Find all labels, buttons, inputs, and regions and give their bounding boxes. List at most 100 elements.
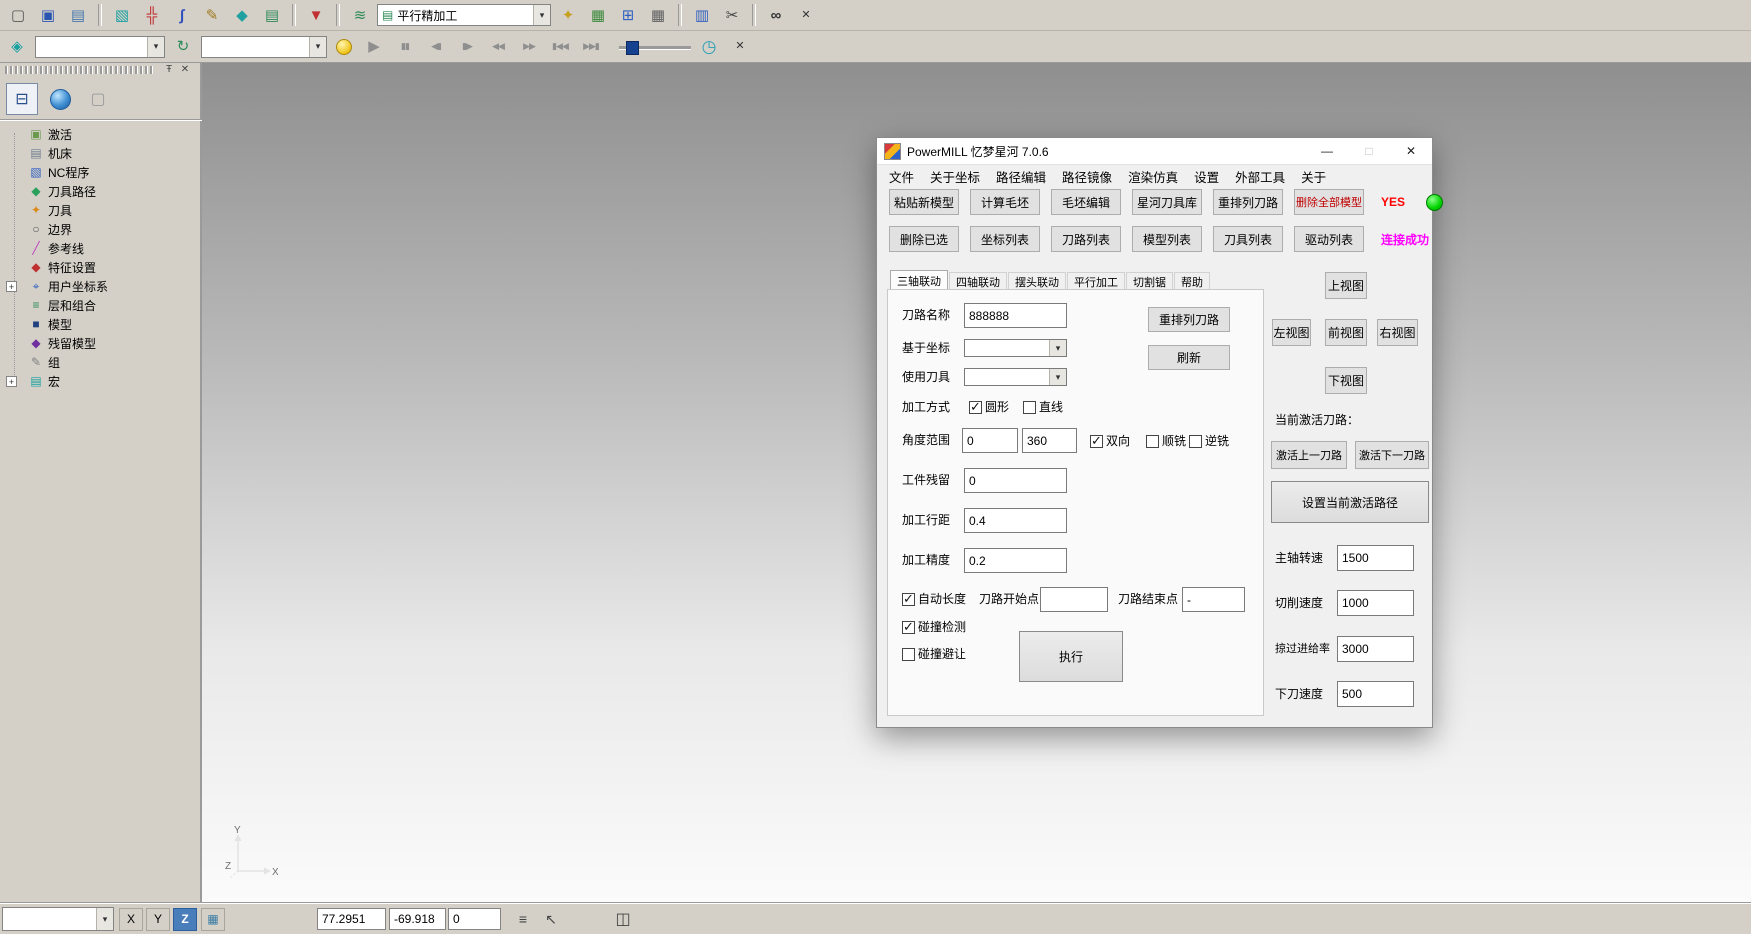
- lightbulb-icon[interactable]: [336, 39, 352, 55]
- curve-icon[interactable]: ∫: [169, 2, 195, 28]
- pause-icon[interactable]: ▮▮: [392, 34, 418, 60]
- cutting-speed-input[interactable]: [1337, 590, 1414, 616]
- tree-item-patterns[interactable]: ╱参考线: [0, 239, 200, 257]
- calculator-icon[interactable]: ▦: [645, 2, 671, 28]
- view-bottom-button[interactable]: 下视图: [1325, 367, 1367, 394]
- axis-y-button[interactable]: Y: [146, 908, 170, 931]
- panel-close-icon[interactable]: ✕: [178, 63, 192, 76]
- auto-length-checkbox[interactable]: [902, 593, 915, 606]
- glasses-icon[interactable]: ∞: [763, 2, 789, 28]
- axis-x-button[interactable]: X: [119, 908, 143, 931]
- tree-item-levels-sets[interactable]: ≡层和组合: [0, 296, 200, 314]
- tool-combobox[interactable]: [201, 36, 327, 58]
- statusbar-combobox[interactable]: [2, 907, 114, 931]
- tree-item-workplanes[interactable]: +⌖用户坐标系: [0, 277, 200, 295]
- toolbar-close-icon[interactable]: ✕: [793, 2, 819, 28]
- activate-prev-button[interactable]: 激活上一刀路: [1271, 441, 1347, 469]
- axis-z-button[interactable]: Z: [173, 908, 197, 931]
- maximize-button[interactable]: □: [1348, 138, 1390, 164]
- save-icon[interactable]: ▣: [35, 2, 61, 28]
- coord-select[interactable]: [964, 339, 1067, 357]
- line-checkbox[interactable]: [1023, 401, 1036, 414]
- view-right-button[interactable]: 右视图: [1377, 319, 1418, 346]
- tab-parallel[interactable]: 平行加工: [1067, 272, 1125, 290]
- set-active-path-button[interactable]: 设置当前激活路径: [1271, 481, 1429, 523]
- rearrange-toolpaths-button[interactable]: 重排列刀路: [1213, 189, 1283, 215]
- animation-speed-slider[interactable]: [619, 38, 691, 56]
- tree-item-groups[interactable]: ✎组: [0, 353, 200, 371]
- coord-x-field[interactable]: [317, 908, 386, 930]
- fast-forward-icon[interactable]: ▶▶: [516, 34, 542, 60]
- drive-list-button[interactable]: 驱动列表: [1294, 226, 1364, 252]
- dropdown-arrow-icon[interactable]: [147, 37, 164, 57]
- waterline-icon[interactable]: ≋: [347, 2, 373, 28]
- delete-all-models-button[interactable]: 删除全部模型: [1294, 189, 1364, 215]
- grid2-icon[interactable]: ⊞: [615, 2, 641, 28]
- transform-icon[interactable]: ╬: [139, 2, 165, 28]
- menu-path-mirror[interactable]: 路径镜像: [1054, 167, 1120, 186]
- plunge-speed-input[interactable]: [1337, 681, 1414, 707]
- menu-settings[interactable]: 设置: [1186, 167, 1227, 186]
- rearrange-button[interactable]: 重排列刀路: [1148, 307, 1230, 332]
- menu-file[interactable]: 文件: [881, 167, 922, 186]
- refresh-anim-icon[interactable]: ↻: [170, 34, 196, 60]
- menu-external-tools[interactable]: 外部工具: [1227, 167, 1293, 186]
- slider-handle[interactable]: [626, 41, 639, 55]
- tool-library-button[interactable]: 星河刀具库: [1132, 189, 1202, 215]
- point-icon[interactable]: ◆: [229, 2, 255, 28]
- spindle-speed-input[interactable]: [1337, 545, 1414, 571]
- block-icon[interactable]: ▧: [109, 2, 135, 28]
- play-icon[interactable]: ▶: [361, 34, 387, 60]
- view-left-button[interactable]: 左视图: [1272, 319, 1311, 346]
- view-front-button[interactable]: 前视图: [1325, 319, 1367, 346]
- pour-icon[interactable]: ▼: [303, 2, 329, 28]
- coord-y-field[interactable]: [389, 908, 446, 930]
- coord-list-button[interactable]: 坐标列表: [970, 226, 1040, 252]
- tree-item-boundaries[interactable]: ○边界: [0, 220, 200, 238]
- end-point-input[interactable]: [1182, 587, 1245, 612]
- tab-tilt-head[interactable]: 摆头联动: [1008, 272, 1066, 290]
- menu-path-edit[interactable]: 路径编辑: [988, 167, 1054, 186]
- rewind-icon[interactable]: ◀◀: [485, 34, 511, 60]
- dropdown-arrow-icon[interactable]: [1049, 369, 1066, 385]
- menu-about-coords[interactable]: 关于坐标: [922, 167, 988, 186]
- new-file-icon[interactable]: ▢: [5, 2, 31, 28]
- stepover-input[interactable]: [964, 508, 1067, 533]
- tree-item-nc-programs[interactable]: ▧NC程序: [0, 163, 200, 181]
- model-list-button[interactable]: 模型列表: [1132, 226, 1202, 252]
- tree-item-macros[interactable]: +▤宏: [0, 372, 200, 390]
- tree-item-feature-sets[interactable]: ◆特征设置: [0, 258, 200, 276]
- start-point-input[interactable]: [1040, 587, 1108, 612]
- go-end-icon[interactable]: ▶▶▮: [578, 34, 604, 60]
- rapid-feed-input[interactable]: [1337, 636, 1414, 662]
- toolpath-combobox[interactable]: [35, 36, 165, 58]
- clock-icon[interactable]: ◷: [696, 34, 722, 60]
- chart-icon[interactable]: ▥: [689, 2, 715, 28]
- template-icon[interactable]: ▢: [82, 83, 114, 115]
- pen-icon[interactable]: ✎: [199, 2, 225, 28]
- collision-check-checkbox[interactable]: [902, 621, 915, 634]
- expand-icon[interactable]: +: [6, 281, 17, 292]
- dropdown-arrow-icon[interactable]: [1049, 340, 1066, 356]
- minimize-button[interactable]: —: [1306, 138, 1348, 164]
- levels-icon[interactable]: ▤: [259, 2, 285, 28]
- tab-4axis[interactable]: 四轴联动: [949, 272, 1007, 290]
- coord-z-field[interactable]: [448, 908, 501, 930]
- angle-start-input[interactable]: [962, 428, 1018, 453]
- tree-item-tools[interactable]: ✦刀具: [0, 201, 200, 219]
- dropdown-arrow-icon[interactable]: [96, 908, 113, 930]
- refresh-button[interactable]: 刷新: [1148, 345, 1230, 370]
- dropdown-arrow-icon[interactable]: [309, 37, 326, 57]
- conventional-checkbox[interactable]: [1189, 435, 1202, 448]
- close-button[interactable]: ✕: [1390, 138, 1432, 164]
- step-back-icon[interactable]: ◀▮: [423, 34, 449, 60]
- tree-item-machine-tools[interactable]: ▤机床: [0, 144, 200, 162]
- climb-checkbox[interactable]: [1146, 435, 1159, 448]
- pages-icon[interactable]: ◫: [613, 909, 633, 929]
- print-icon[interactable]: ▤: [65, 2, 91, 28]
- panel-drag-grip[interactable]: [5, 66, 155, 74]
- tolerance-input[interactable]: [964, 548, 1067, 573]
- tree-structure-icon[interactable]: ⊟: [6, 83, 38, 115]
- tree-item-models[interactable]: ■模型: [0, 315, 200, 333]
- dropdown-arrow-icon[interactable]: [533, 5, 550, 25]
